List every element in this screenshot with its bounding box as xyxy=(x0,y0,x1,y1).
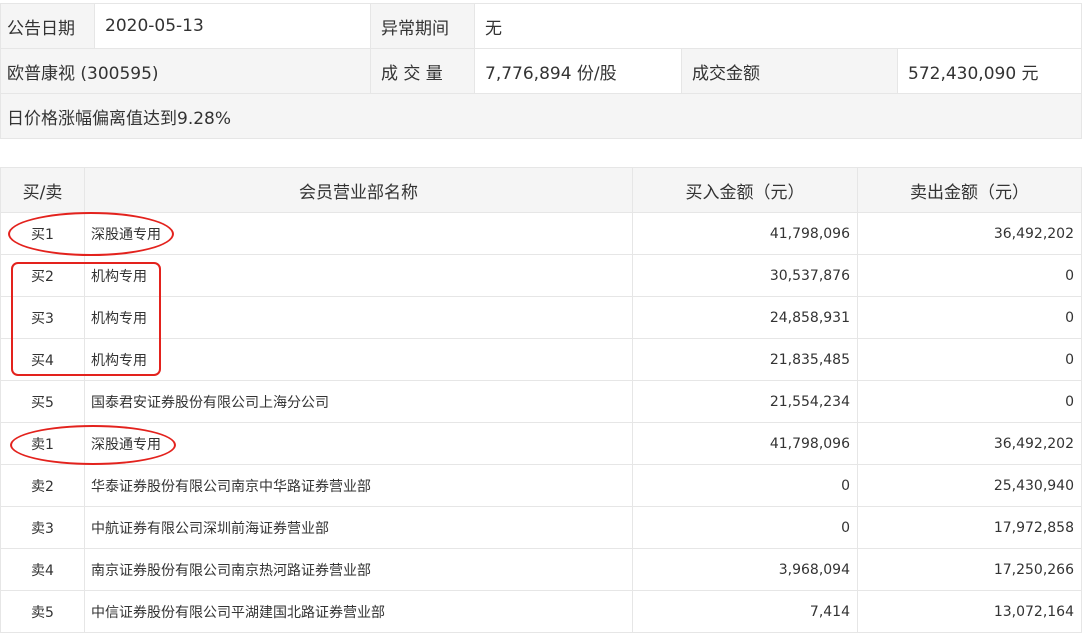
table-row: 买3 机构专用 24,858,931 0 xyxy=(0,296,1082,339)
table-row: 卖5 中信证券股份有限公司平湖建国北路证券营业部 7,414 13,072,16… xyxy=(0,590,1082,633)
row-sell-amount: 0 xyxy=(857,380,1082,423)
row-side: 买2 xyxy=(0,254,85,297)
row-side: 卖2 xyxy=(0,464,85,507)
row-branch-name: 南京证券股份有限公司南京热河路证券营业部 xyxy=(84,548,633,591)
date-label: 公告日期 xyxy=(0,3,95,49)
row-branch-name: 中信证券股份有限公司平湖建国北路证券营业部 xyxy=(84,590,633,633)
table-row: 买2 机构专用 30,537,876 0 xyxy=(0,254,1082,297)
row-side: 买1 xyxy=(0,212,85,255)
row-branch-name: 华泰证券股份有限公司南京中华路证券营业部 xyxy=(84,464,633,507)
date-value: 2020-05-13 xyxy=(94,3,371,49)
row-side: 买4 xyxy=(0,338,85,381)
row-buy-amount: 0 xyxy=(632,464,858,507)
row-side: 买5 xyxy=(0,380,85,423)
volume-label: 成 交 量 xyxy=(370,48,475,94)
header-side: 买/卖 xyxy=(0,167,85,213)
row-sell-amount: 0 xyxy=(857,254,1082,297)
row-branch-name: 深股通专用 xyxy=(84,212,633,255)
table-row: 卖3 中航证券有限公司深圳前海证券营业部 0 17,972,858 xyxy=(0,506,1082,549)
row-sell-amount: 17,972,858 xyxy=(857,506,1082,549)
row-buy-amount: 7,414 xyxy=(632,590,858,633)
row-sell-amount: 17,250,266 xyxy=(857,548,1082,591)
header-buy-amount: 买入金额（元） xyxy=(632,167,858,213)
row-sell-amount: 0 xyxy=(857,338,1082,381)
table-header-row: 买/卖 会员营业部名称 买入金额（元） 卖出金额（元） xyxy=(0,167,1082,213)
stock-name: 欧普康视 (300595) xyxy=(0,48,371,94)
row-buy-amount: 0 xyxy=(632,506,858,549)
table-row: 卖1 深股通专用 41,798,096 36,492,202 xyxy=(0,422,1082,465)
row-buy-amount: 24,858,931 xyxy=(632,296,858,339)
header-sell-amount: 卖出金额（元） xyxy=(857,167,1082,213)
row-branch-name: 中航证券有限公司深圳前海证券营业部 xyxy=(84,506,633,549)
row-sell-amount: 0 xyxy=(857,296,1082,339)
trade-detail-table: 买/卖 会员营业部名称 买入金额（元） 卖出金额（元） 买1 深股通专用 41,… xyxy=(0,167,1082,633)
volume-value: 7,776,894 份/股 xyxy=(474,48,682,94)
row-buy-amount: 21,835,485 xyxy=(632,338,858,381)
row-buy-amount: 21,554,234 xyxy=(632,380,858,423)
row-side: 卖1 xyxy=(0,422,85,465)
row-sell-amount: 36,492,202 xyxy=(857,422,1082,465)
row-buy-amount: 41,798,096 xyxy=(632,422,858,465)
period-value: 无 xyxy=(473,3,1083,49)
row-branch-name: 国泰君安证券股份有限公司上海分公司 xyxy=(84,380,633,423)
table-row: 卖4 南京证券股份有限公司南京热河路证券营业部 3,968,094 17,250… xyxy=(0,548,1082,591)
announcement-info-table: 公告日期 2020-05-13 异常期间 无 欧普康视 (300595) 成 交… xyxy=(0,3,1083,139)
table-row: 买5 国泰君安证券股份有限公司上海分公司 21,554,234 0 xyxy=(0,380,1082,423)
row-side: 卖4 xyxy=(0,548,85,591)
row-buy-amount: 41,798,096 xyxy=(632,212,858,255)
row-branch-name: 机构专用 xyxy=(84,296,633,339)
row-buy-amount: 30,537,876 xyxy=(632,254,858,297)
table-row: 买4 机构专用 21,835,485 0 xyxy=(0,338,1082,381)
header-branch-name: 会员营业部名称 xyxy=(84,167,633,213)
row-side: 卖3 xyxy=(0,506,85,549)
row-sell-amount: 36,492,202 xyxy=(857,212,1082,255)
row-branch-name: 深股通专用 xyxy=(84,422,633,465)
reason-text: 日价格涨幅偏离值达到9.28% xyxy=(0,93,1083,139)
row-side: 买3 xyxy=(0,296,85,339)
table-row: 买1 深股通专用 41,798,096 36,492,202 xyxy=(0,212,1082,255)
row-sell-amount: 13,072,164 xyxy=(857,590,1082,633)
row-side: 卖5 xyxy=(0,590,85,633)
row-branch-name: 机构专用 xyxy=(84,254,633,297)
row-buy-amount: 3,968,094 xyxy=(632,548,858,591)
amount-label: 成交金额 xyxy=(681,48,898,94)
table-row: 卖2 华泰证券股份有限公司南京中华路证券营业部 0 25,430,940 xyxy=(0,464,1082,507)
period-label: 异常期间 xyxy=(370,3,475,49)
row-sell-amount: 25,430,940 xyxy=(857,464,1082,507)
row-branch-name: 机构专用 xyxy=(84,338,633,381)
amount-value: 572,430,090 元 xyxy=(896,48,1083,94)
